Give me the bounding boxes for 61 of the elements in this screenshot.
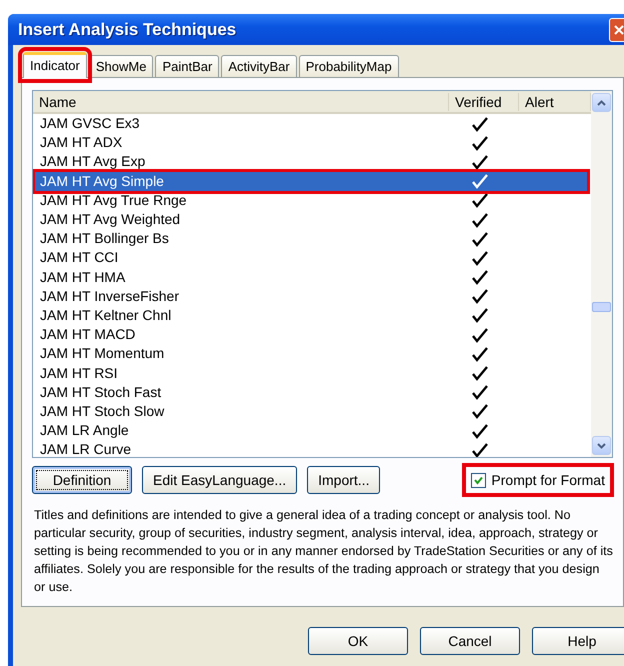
action-button[interactable]: Definition — [32, 466, 132, 494]
list-row[interactable]: JAM LR Angle — [35, 421, 587, 440]
indicator-name: JAM HT Avg Simple — [39, 172, 165, 190]
tab[interactable]: PaintBar — [155, 55, 220, 77]
list-row[interactable]: JAM LR Curve — [35, 440, 587, 457]
indicator-name: JAM HT Keltner Chnl — [39, 306, 172, 324]
list-row[interactable]: JAM HT Stoch Slow — [35, 402, 587, 421]
indicator-name: JAM HT Avg Weighted — [39, 211, 182, 228]
indicator-name: JAM LR Curve — [39, 441, 132, 457]
dialog-button[interactable]: Cancel — [420, 627, 520, 655]
indicator-name: JAM HT Stoch Fast — [39, 384, 162, 401]
indicator-name: JAM HT MACD — [39, 326, 136, 344]
list-row[interactable]: JAM HT HMA — [35, 268, 587, 287]
indicator-name: JAM HT Bollinger Bs — [39, 230, 170, 248]
close-button[interactable] — [609, 18, 624, 42]
tab[interactable]: ActivityBar — [221, 55, 297, 77]
list-row[interactable]: JAM HT Momentum — [35, 344, 587, 364]
list-row[interactable]: JAM HT InverseFisher — [35, 286, 587, 306]
list-row[interactable]: JAM HT Bollinger Bs — [35, 229, 587, 248]
indicator-name: JAM HT ADX — [39, 134, 124, 152]
disclaimer-text: Titles and definitions are intended to give a general idea of a trading concept or analysis tool. No particular security, group of securities, industry segment, analysis interval, idea, approach, strategy or setting is being recommended to you or in any manner endorsed by TradeStation Securities or any of its affiliates. Solely you are responsible for the results of the trading approach or strategy that you design or use. — [33, 507, 613, 596]
dialog-button[interactable]: Help — [532, 627, 624, 655]
action-button[interactable]: Edit EasyLanguage... — [142, 466, 298, 494]
indicator-name: JAM HT CCI — [39, 249, 120, 266]
chevron-down-icon — [597, 442, 606, 448]
column-header[interactable]: Name — [33, 92, 449, 110]
indicator-name: JAM HT HMA — [39, 268, 126, 286]
indicator-name: JAM HT Avg Exp — [39, 153, 146, 170]
indicator-name: JAM HT Momentum — [39, 345, 166, 362]
list-row[interactable]: JAM HT Stoch Fast — [35, 382, 587, 402]
checkbox[interactable] — [471, 472, 486, 488]
tab[interactable]: ProbabilityMap — [298, 55, 399, 77]
list-row[interactable]: JAM HT Avg Simple — [35, 172, 587, 191]
scroll-down-button[interactable] — [592, 436, 611, 455]
check-icon — [474, 476, 484, 484]
list-row[interactable]: JAM HT CCI — [35, 248, 587, 268]
indicator-name: JAM LR Angle — [39, 422, 130, 440]
list-row[interactable]: JAM HT ADX — [35, 133, 587, 152]
indicator-name: JAM GVSC Ex3 — [39, 115, 141, 132]
checkbox-label: Prompt for Format — [491, 472, 605, 488]
list-row[interactable]: JAM HT Avg Weighted — [35, 210, 587, 230]
prompt-checkbox[interactable]: Prompt for Format — [467, 468, 609, 492]
list-row[interactable]: JAM HT RSI — [35, 363, 587, 383]
chevron-up-icon — [597, 100, 606, 106]
scroll-up-button[interactable] — [592, 93, 611, 112]
indicator-name: JAM HT Stoch Slow — [39, 402, 166, 420]
action-button[interactable]: Import... — [307, 466, 380, 494]
list-row[interactable]: JAM HT Keltner Chnl — [35, 306, 587, 326]
indicator-name: JAM HT RSI — [39, 364, 119, 382]
indicator-name: JAM HT InverseFisher — [39, 288, 180, 305]
list-row[interactable]: JAM HT Avg True Rnge — [35, 190, 587, 210]
scrollbar[interactable] — [591, 91, 612, 457]
dialog-button[interactable]: OK — [308, 627, 408, 655]
scroll-thumb[interactable] — [592, 302, 611, 312]
list-row[interactable]: JAM HT MACD — [35, 325, 587, 344]
list-row[interactable]: JAM GVSC Ex3 — [35, 114, 587, 134]
column-header[interactable]: Verified — [449, 92, 519, 110]
window-title: Insert Analysis Techniques — [18, 20, 236, 40]
list-row[interactable]: JAM HT Avg Exp — [35, 152, 587, 172]
indicator-name: JAM HT Avg True Rnge — [39, 192, 188, 209]
close-icon — [614, 24, 624, 36]
